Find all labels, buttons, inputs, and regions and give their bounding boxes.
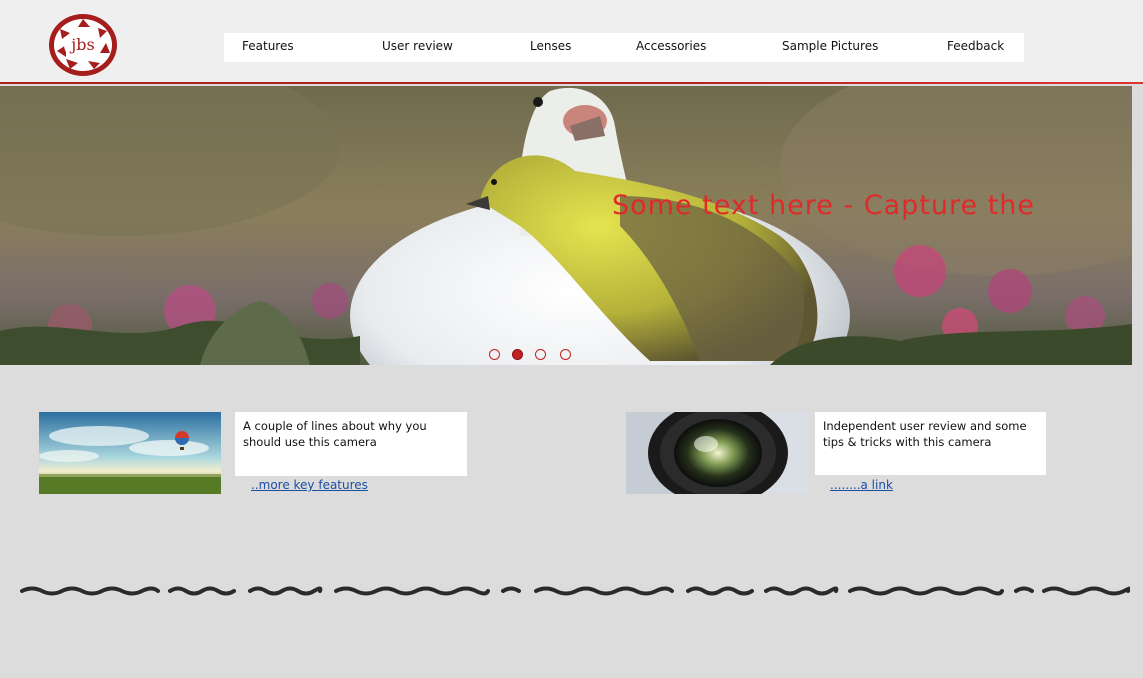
card-2-text: Independent user review and some tips & … [815,412,1046,475]
slide-dot-4[interactable] [560,349,571,360]
nav-lenses[interactable]: Lenses [530,33,571,62]
card-1-link[interactable]: ..more key features [251,478,368,492]
slide-dot-1[interactable] [489,349,500,360]
placeholder-scribble-text [20,586,1130,596]
slide-dot-3[interactable] [535,349,546,360]
card-1-text: A couple of lines about why you should u… [235,412,467,476]
brand-logo[interactable]: jbs [48,13,118,77]
main-nav: Features User review Lenses Accessories … [224,33,1024,62]
hero-slider[interactable]: Some text here - Capture the [0,86,1132,365]
card-2-link[interactable]: ........a link [830,478,893,492]
hero-image [0,86,1132,365]
nav-features[interactable]: Features [242,33,294,62]
balloon-landscape-image [39,412,221,494]
nav-accessories[interactable]: Accessories [636,33,706,62]
aperture-logo-icon: jbs [49,14,117,76]
nav-feedback[interactable]: Feedback [947,33,1004,62]
nav-sample-pictures[interactable]: Sample Pictures [782,33,878,62]
header-divider [0,82,1143,84]
camera-lens-image [626,412,808,494]
logo-text: jbs [69,35,94,54]
hero-caption: Some text here - Capture the [612,190,1036,221]
nav-user-review[interactable]: User review [382,33,453,62]
site-header: jbs Features User review Lenses Accessor… [0,0,1143,84]
slide-dot-2[interactable] [512,349,523,360]
